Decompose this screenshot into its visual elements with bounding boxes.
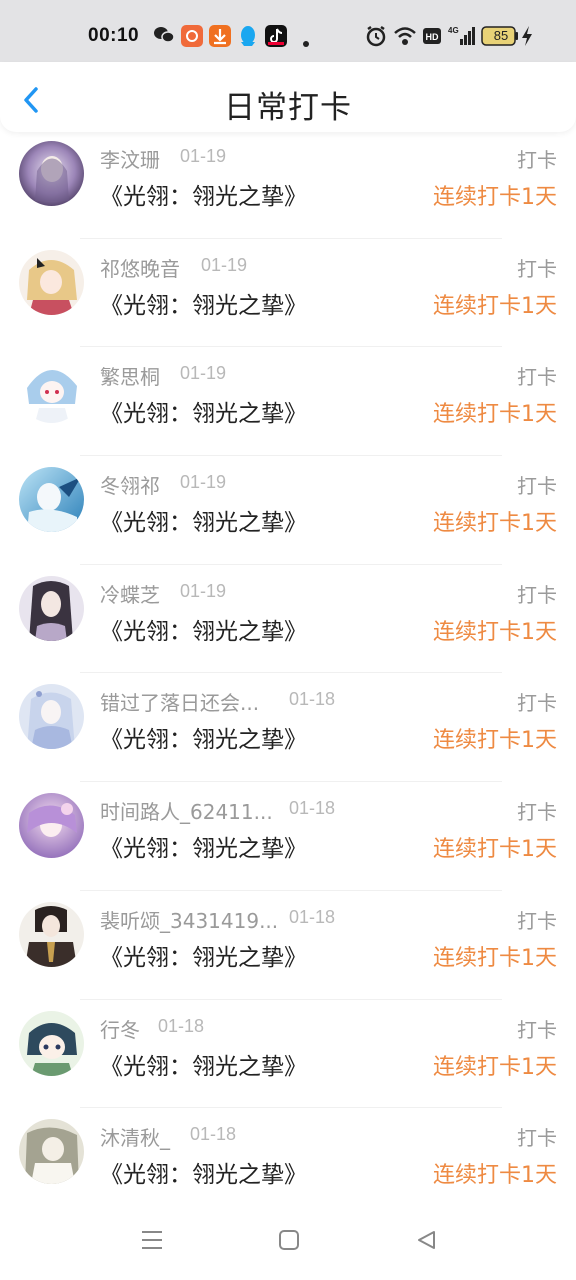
book-title: 《光翎：翎光之挚》 [100, 727, 307, 754]
tiktok-icon [265, 25, 287, 51]
avatar[interactable] [19, 467, 84, 533]
checkin-label: 打卡 [517, 256, 557, 281]
list-item[interactable]: 沐清秋_ 01-18 《光翎：翎光之挚》 打卡 连续打卡1天 [0, 1108, 576, 1217]
user-name[interactable]: 错过了落日还会... [100, 687, 259, 716]
list-item[interactable]: 李汶珊 01-19 《光翎：翎光之挚》 打卡 连续打卡1天 [0, 130, 576, 239]
checkin-date: 01-18 [158, 1015, 205, 1036]
alarm-icon [365, 25, 387, 51]
wifi-icon [393, 25, 417, 51]
user-name[interactable]: 繁思桐 [100, 361, 160, 390]
checkin-label: 打卡 [517, 691, 557, 716]
list-item[interactable]: 裴听颂_3431419... 01-18 《光翎：翎光之挚》 打卡 连续打卡1天 [0, 891, 576, 1000]
hd-icon: HD [423, 28, 441, 48]
streak-label: 连续打卡1天 [433, 402, 557, 428]
avatar[interactable] [19, 358, 84, 424]
checkin-date: 01-19 [180, 580, 227, 601]
checkin-date: 01-19 [180, 146, 227, 166]
list-item[interactable]: 繁思桐 01-19 《光翎：翎光之挚》 打卡 连续打卡1天 [0, 347, 576, 457]
avatar[interactable] [19, 684, 84, 750]
signal-4g-icon: 4G [448, 25, 476, 51]
list-item[interactable]: 时间路人_62411... 01-18 《光翎：翎光之挚》 打卡 连续打卡1天 [0, 782, 576, 891]
streak-label: 连续打卡1天 [433, 1163, 557, 1189]
list-item[interactable]: 错过了落日还会... 01-18 《光翎：翎光之挚》 打卡 连续打卡1天 [0, 673, 576, 783]
book-title: 《光翎：翎光之挚》 [100, 836, 307, 863]
checkin-label: 打卡 [517, 474, 557, 499]
charging-icon [521, 25, 533, 51]
book-title: 《光翎：翎光之挚》 [100, 292, 307, 319]
streak-label: 连续打卡1天 [433, 945, 557, 971]
avatar[interactable] [19, 575, 84, 641]
streak-label: 连续打卡1天 [433, 837, 557, 863]
user-name[interactable]: 冬翎祁 [100, 470, 160, 499]
wechat-icon [153, 25, 175, 49]
back-triangle-icon[interactable] [415, 1229, 437, 1255]
checkin-date: 01-19 [180, 363, 227, 384]
checkin-date: 01-18 [190, 1124, 237, 1145]
user-name[interactable]: 祁悠晚音 [100, 253, 180, 282]
list-item[interactable]: 冷蝶芝 01-19 《光翎：翎光之挚》 打卡 连续打卡1天 [0, 565, 576, 674]
app-badge-icon [181, 25, 203, 51]
streak-label: 连续打卡1天 [433, 293, 557, 319]
user-name[interactable]: 时间路人_62411... [100, 796, 273, 825]
checkin-list: 李汶珊 01-19 《光翎：翎光之挚》 打卡 连续打卡1天 祁悠晚音 01-19… [0, 130, 576, 1217]
streak-label: 连续打卡1天 [433, 728, 557, 754]
checkin-date: 01-18 [289, 906, 336, 927]
book-title: 《光翎：翎光之挚》 [100, 944, 307, 971]
status-bar: 00:10 HD 4G 85 [0, 0, 576, 62]
streak-label: 连续打卡1天 [433, 511, 557, 537]
checkin-label: 打卡 [517, 1017, 557, 1042]
book-title: 《光翎：翎光之挚》 [100, 1053, 307, 1080]
checkin-date: 01-18 [289, 798, 336, 819]
page-title: 日常打卡 [224, 90, 352, 126]
user-name[interactable]: 裴听颂_3431419... [100, 905, 278, 934]
checkin-date: 01-19 [201, 254, 248, 275]
streak-label: 连续打卡1天 [433, 185, 557, 210]
user-name[interactable]: 行冬 [100, 1014, 140, 1043]
list-item[interactable]: 冬翎祁 01-19 《光翎：翎光之挚》 打卡 连续打卡1天 [0, 456, 576, 565]
checkin-label: 打卡 [517, 365, 557, 390]
checkin-label: 打卡 [517, 800, 557, 825]
header-bar: 日常打卡 [0, 62, 576, 132]
system-nav-bar [0, 1205, 576, 1280]
qq-icon [238, 25, 258, 51]
checkin-label: 打卡 [517, 908, 557, 933]
book-title: 《光翎：翎光之挚》 [100, 401, 307, 428]
checkin-label: 打卡 [517, 582, 557, 607]
avatar[interactable] [19, 793, 84, 859]
home-square-icon[interactable] [278, 1229, 300, 1255]
streak-label: 连续打卡1天 [433, 1054, 557, 1080]
dot-icon [302, 33, 310, 52]
user-name[interactable]: 冷蝶芝 [100, 579, 160, 608]
checkin-date: 01-18 [289, 689, 336, 710]
streak-label: 连续打卡1天 [433, 619, 557, 645]
download-icon [209, 25, 231, 51]
book-title: 《光翎：翎光之挚》 [100, 618, 307, 645]
checkin-label: 打卡 [517, 148, 557, 172]
svg-text:4G: 4G [448, 26, 459, 35]
avatar[interactable] [19, 1010, 84, 1076]
user-name[interactable]: 李汶珊 [100, 144, 160, 173]
user-name[interactable]: 沐清秋_ [100, 1122, 170, 1151]
avatar[interactable] [19, 141, 84, 206]
menu-icon[interactable] [140, 1229, 164, 1255]
list-item[interactable]: 祁悠晚音 01-19 《光翎：翎光之挚》 打卡 连续打卡1天 [0, 239, 576, 348]
battery-level: 85 [493, 28, 509, 43]
avatar[interactable] [19, 249, 84, 315]
checkin-date: 01-19 [180, 472, 227, 493]
status-time: 00:10 [88, 25, 140, 46]
list-item[interactable]: 行冬 01-18 《光翎：翎光之挚》 打卡 连续打卡1天 [0, 1000, 576, 1109]
book-title: 《光翎：翎光之挚》 [100, 1162, 307, 1189]
book-title: 《光翎：翎光之挚》 [100, 510, 307, 537]
avatar[interactable] [19, 1119, 84, 1185]
book-title: 《光翎：翎光之挚》 [100, 184, 307, 210]
checkin-label: 打卡 [517, 1126, 557, 1151]
svg-text:HD: HD [426, 32, 439, 42]
avatar[interactable] [19, 901, 84, 967]
